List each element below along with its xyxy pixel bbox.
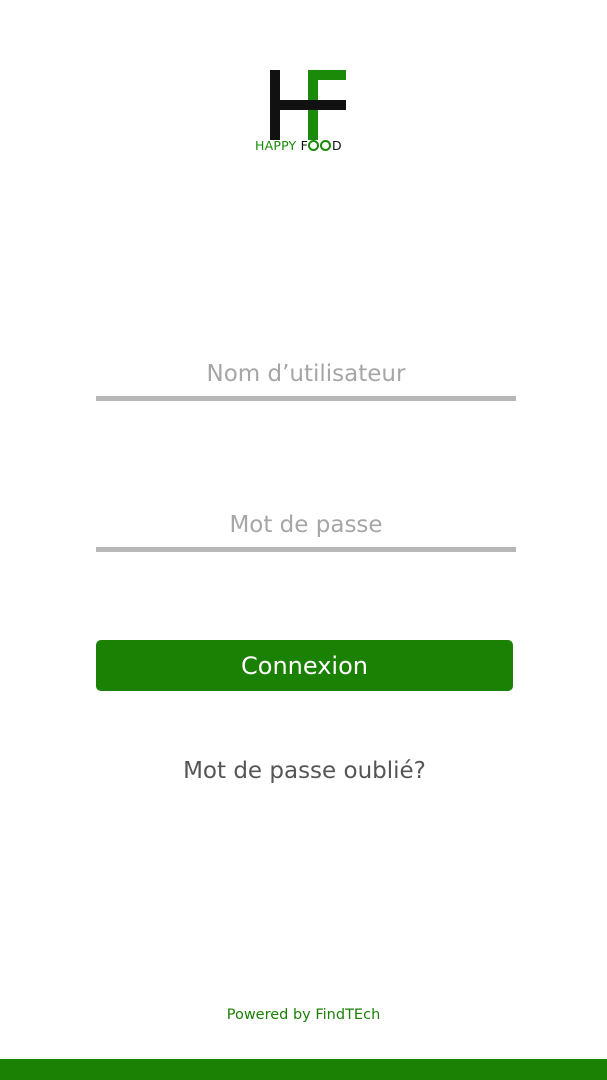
plate-o-icon [308,140,320,151]
powered-by-footer: Powered by FindTEch [226,1007,381,1023]
username-input[interactable] [96,351,516,397]
password-input[interactable] [96,502,516,548]
password-field-wrapper [96,502,516,552]
logo-word-happy: HAPPY [255,138,297,153]
plate-o-icon-2 [320,140,332,151]
app-logo: HAPPY FD [250,66,350,158]
username-field-wrapper [96,351,516,401]
logo-food-d: D [331,138,342,153]
forgot-password-link[interactable]: Mot de passe oublié? [96,758,513,784]
login-button[interactable]: Connexion [96,640,513,691]
password-underline [96,547,516,552]
logo-wordmark: HAPPY FD [255,139,342,153]
logo-food-f: F [300,138,308,153]
username-underline [96,396,516,401]
logo-word-food: FD [301,138,342,153]
login-screen: HAPPY FD Connexion Mot de passe oublié? … [0,0,607,1080]
bottom-brand-bar [0,1059,607,1080]
hf-monogram-icon [270,70,346,140]
